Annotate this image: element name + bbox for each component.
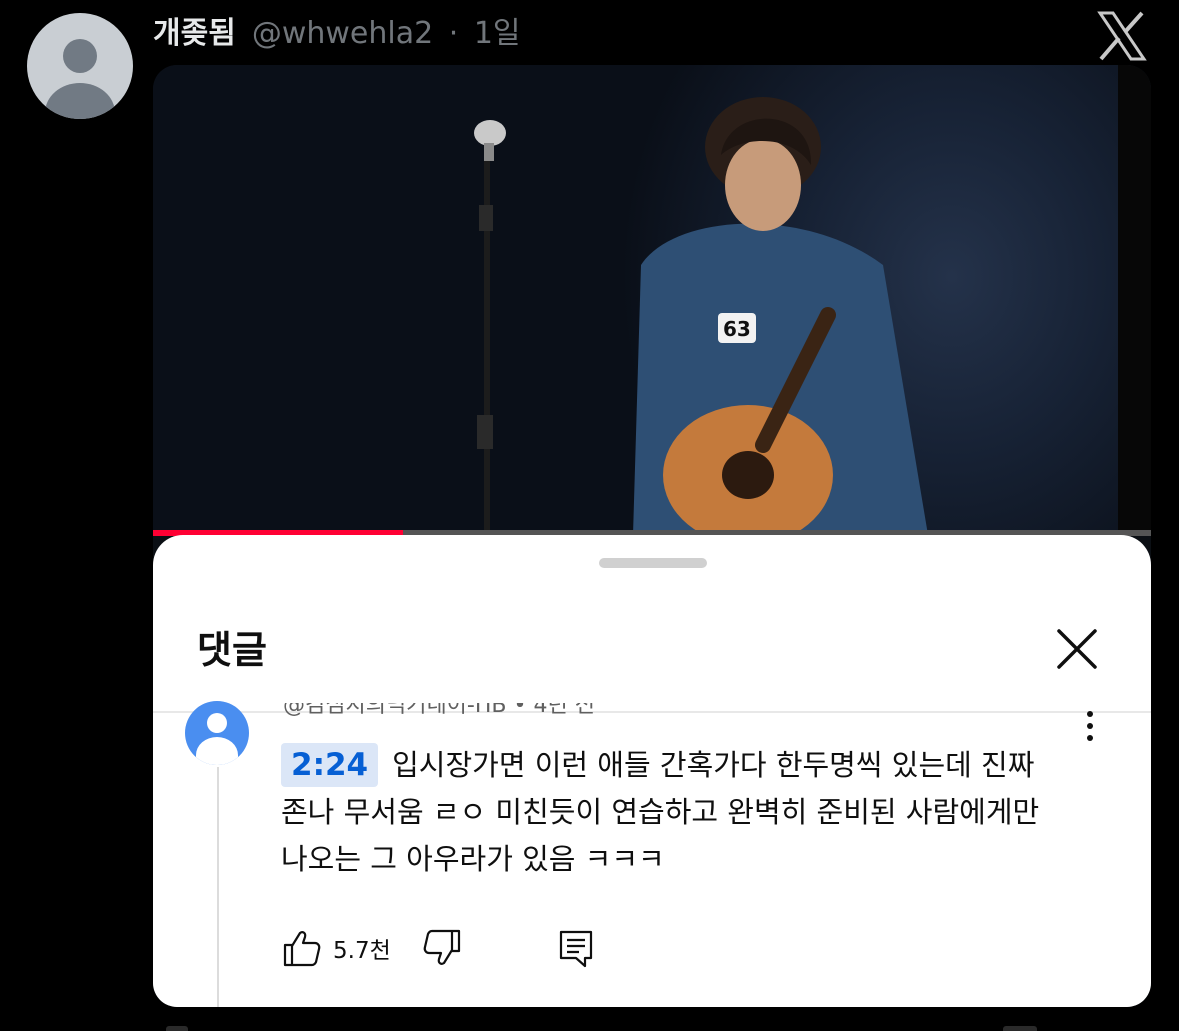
bib-number: 63: [723, 317, 751, 341]
microphone-stand-icon: [474, 120, 506, 535]
sheet-title: 댓글: [197, 628, 267, 672]
tweet-header: 개좆됨 @whwehla2 · 1일: [153, 8, 521, 52]
commenter-avatar[interactable]: [185, 701, 249, 765]
thumbs-up-icon[interactable]: [281, 927, 323, 969]
display-name[interactable]: 개좆됨: [153, 8, 236, 52]
comment-line-1: 입시장가면 이런 애들 간혹가다 한두명씩 있는데 진짜: [392, 748, 1035, 782]
commenter-avatar-body: [196, 737, 238, 765]
reply-thread-line: [217, 767, 219, 1007]
comments-sheet: 댓글 @김심지의닉거네이-ПЬ • 4년 전 2:24 입시장가면 이런 애들 간…: [153, 535, 1151, 1007]
sheet-drag-handle[interactable]: [599, 558, 707, 568]
comment-line-3: 나오는 그 아우라가 있음 ㅋㅋㅋ: [281, 842, 665, 876]
guitarist-figure: [633, 97, 928, 535]
handle-text: @whwehla2: [251, 16, 434, 51]
comment-meta: @김심지의닉거네이-ПЬ • 4년 전: [283, 703, 595, 717]
avatar-head-shape: [63, 39, 97, 73]
kebab-dot: [1087, 723, 1093, 729]
next-tweet-fragment: [166, 1026, 188, 1031]
time-ago: 1일: [473, 16, 521, 51]
user-avatar[interactable]: [27, 13, 133, 119]
comment-actions: 5.7천: [281, 923, 597, 973]
like-count: 5.7천: [333, 938, 391, 964]
commenter-avatar-head: [207, 713, 227, 733]
reply-icon[interactable]: [555, 927, 597, 969]
kebab-dot: [1087, 711, 1093, 717]
timestamp-link[interactable]: 2:24: [281, 743, 379, 787]
comment-author-meta[interactable]: @김심지의닉거네이-ПЬ • 4년 전: [283, 703, 595, 717]
thumbs-down-icon[interactable]: [421, 927, 463, 969]
avatar-body-shape: [45, 83, 115, 119]
separator: ·: [448, 16, 459, 51]
next-tweet-fragment: [1003, 1026, 1037, 1031]
user-handle[interactable]: @whwehla2 · 1일: [252, 8, 521, 52]
comment-text: 2:24 입시장가면 이런 애들 간혹가다 한두명씩 있는데 진짜 존나 무서움 …: [281, 742, 1101, 883]
kebab-dot: [1087, 735, 1093, 741]
comment-line-2: 존나 무서움 ㄹㅇ 미친듯이 연습하고 완벽히 준비된 사람에게만: [281, 795, 1040, 829]
media-card[interactable]: 63 댓글 @김심지의닉거네이-ПЬ • 4년 전 2:24 입시장가면 이런 애…: [153, 65, 1151, 1007]
x-logo-icon: [1097, 11, 1147, 61]
more-options-icon[interactable]: [1080, 711, 1100, 745]
close-icon[interactable]: [1051, 623, 1103, 675]
performer-scene: 63: [474, 97, 928, 535]
